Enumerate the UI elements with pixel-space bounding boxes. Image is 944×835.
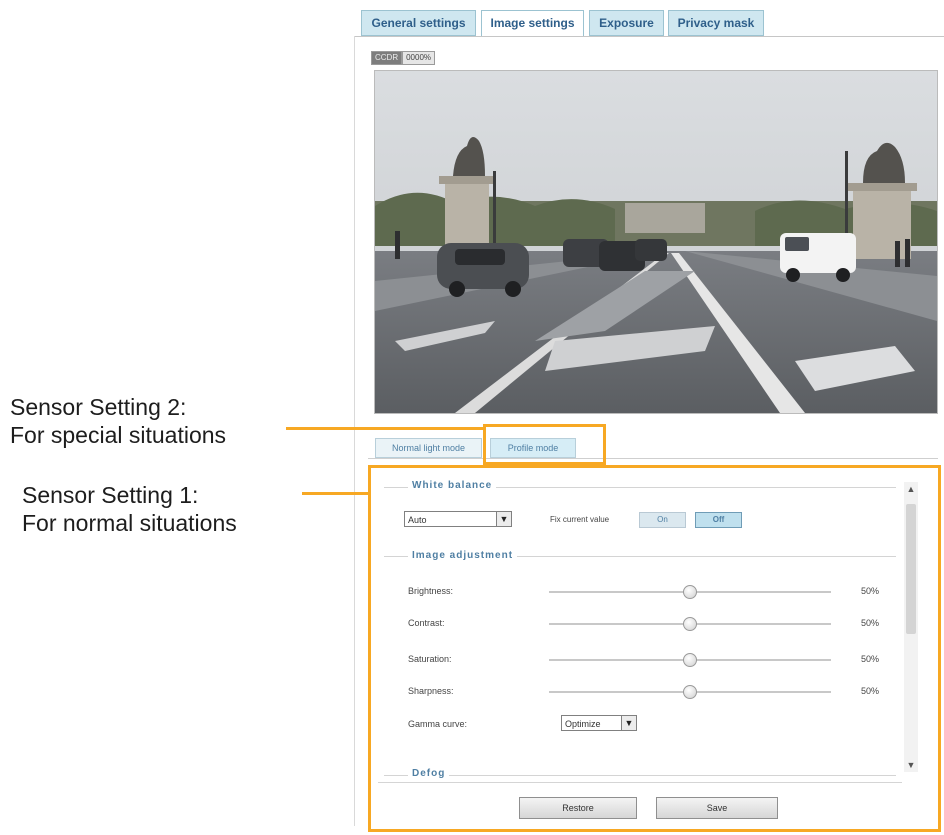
white-balance-value: Auto [408,515,427,525]
brightness-slider-thumb[interactable] [683,585,697,599]
panel-border [354,36,355,826]
scrollbar-thumb[interactable] [906,504,916,634]
gamma-curve-value: Optimize [565,719,601,729]
fix-on-button[interactable]: On [639,512,686,528]
tab-image-settings[interactable]: Image settings [481,10,584,37]
scroll-up-icon[interactable]: ▲ [904,482,918,496]
tab-general-settings[interactable]: General settings [361,10,476,36]
defog-rule [384,775,896,776]
callout-sensor1-desc: For normal situations [22,510,237,536]
scroll-down-icon[interactable]: ▼ [904,758,918,772]
image-adjustment-legend: Image adjustment [408,550,518,561]
callout-sensor-setting-1: Sensor Setting 1: For normal situations [22,481,237,537]
sharpness-slider-thumb[interactable] [683,685,697,699]
saturation-label: Saturation: [408,654,452,664]
tab-privacy-mask[interactable]: Privacy mask [668,10,764,36]
gamma-curve-select[interactable]: Optimize ▼ [561,715,637,731]
callout-line-sensor2 [286,427,484,430]
callout-sensor2-desc: For special situations [10,422,227,448]
defog-legend: Defog [408,768,450,779]
view-toggle-right[interactable]: 0000% [402,51,436,65]
tab-exposure[interactable]: Exposure [589,10,664,36]
contrast-label: Contrast: [408,618,445,628]
white-balance-legend: White balance [408,480,497,491]
mode-tab-underline [368,458,938,459]
contrast-value: 50% [861,618,880,628]
callout-line-sensor1 [302,492,370,495]
white-balance-select[interactable]: Auto ▼ [404,511,512,527]
sharpness-label: Sharpness: [408,686,454,696]
brightness-value: 50% [861,586,880,596]
gamma-curve-label: Gamma curve: [408,719,468,729]
button-separator [378,782,902,783]
restore-button[interactable]: Restore [519,797,637,819]
view-toggle-left[interactable]: CCDR [371,51,403,65]
sharpness-value: 50% [861,686,880,696]
tab-normal-light-mode[interactable]: Normal light mode [375,438,482,458]
callout-sensor-setting-2: Sensor Setting 2: For special situations [10,393,226,449]
settings-scrollbar[interactable]: ▲ ▼ [904,482,918,772]
chevron-down-icon: ▼ [621,716,636,730]
street-scene-illustration [375,71,937,413]
callout-sensor1-title: Sensor Setting 1: [22,482,199,508]
profile-mode-highlight [483,424,606,465]
callout-sensor2-title: Sensor Setting 2: [10,394,187,420]
saturation-value: 50% [861,654,880,664]
save-button[interactable]: Save [656,797,778,819]
view-mode-toggle[interactable]: CCDR 0000% [371,51,436,65]
chevron-down-icon: ▼ [496,512,511,526]
fix-off-button[interactable]: Off [695,512,742,528]
contrast-slider-thumb[interactable] [683,617,697,631]
live-preview-image [374,70,938,414]
tab-underline [354,36,944,37]
saturation-slider-thumb[interactable] [683,653,697,667]
brightness-label: Brightness: [408,586,454,596]
fix-current-value-label: Fix current value [550,515,610,524]
